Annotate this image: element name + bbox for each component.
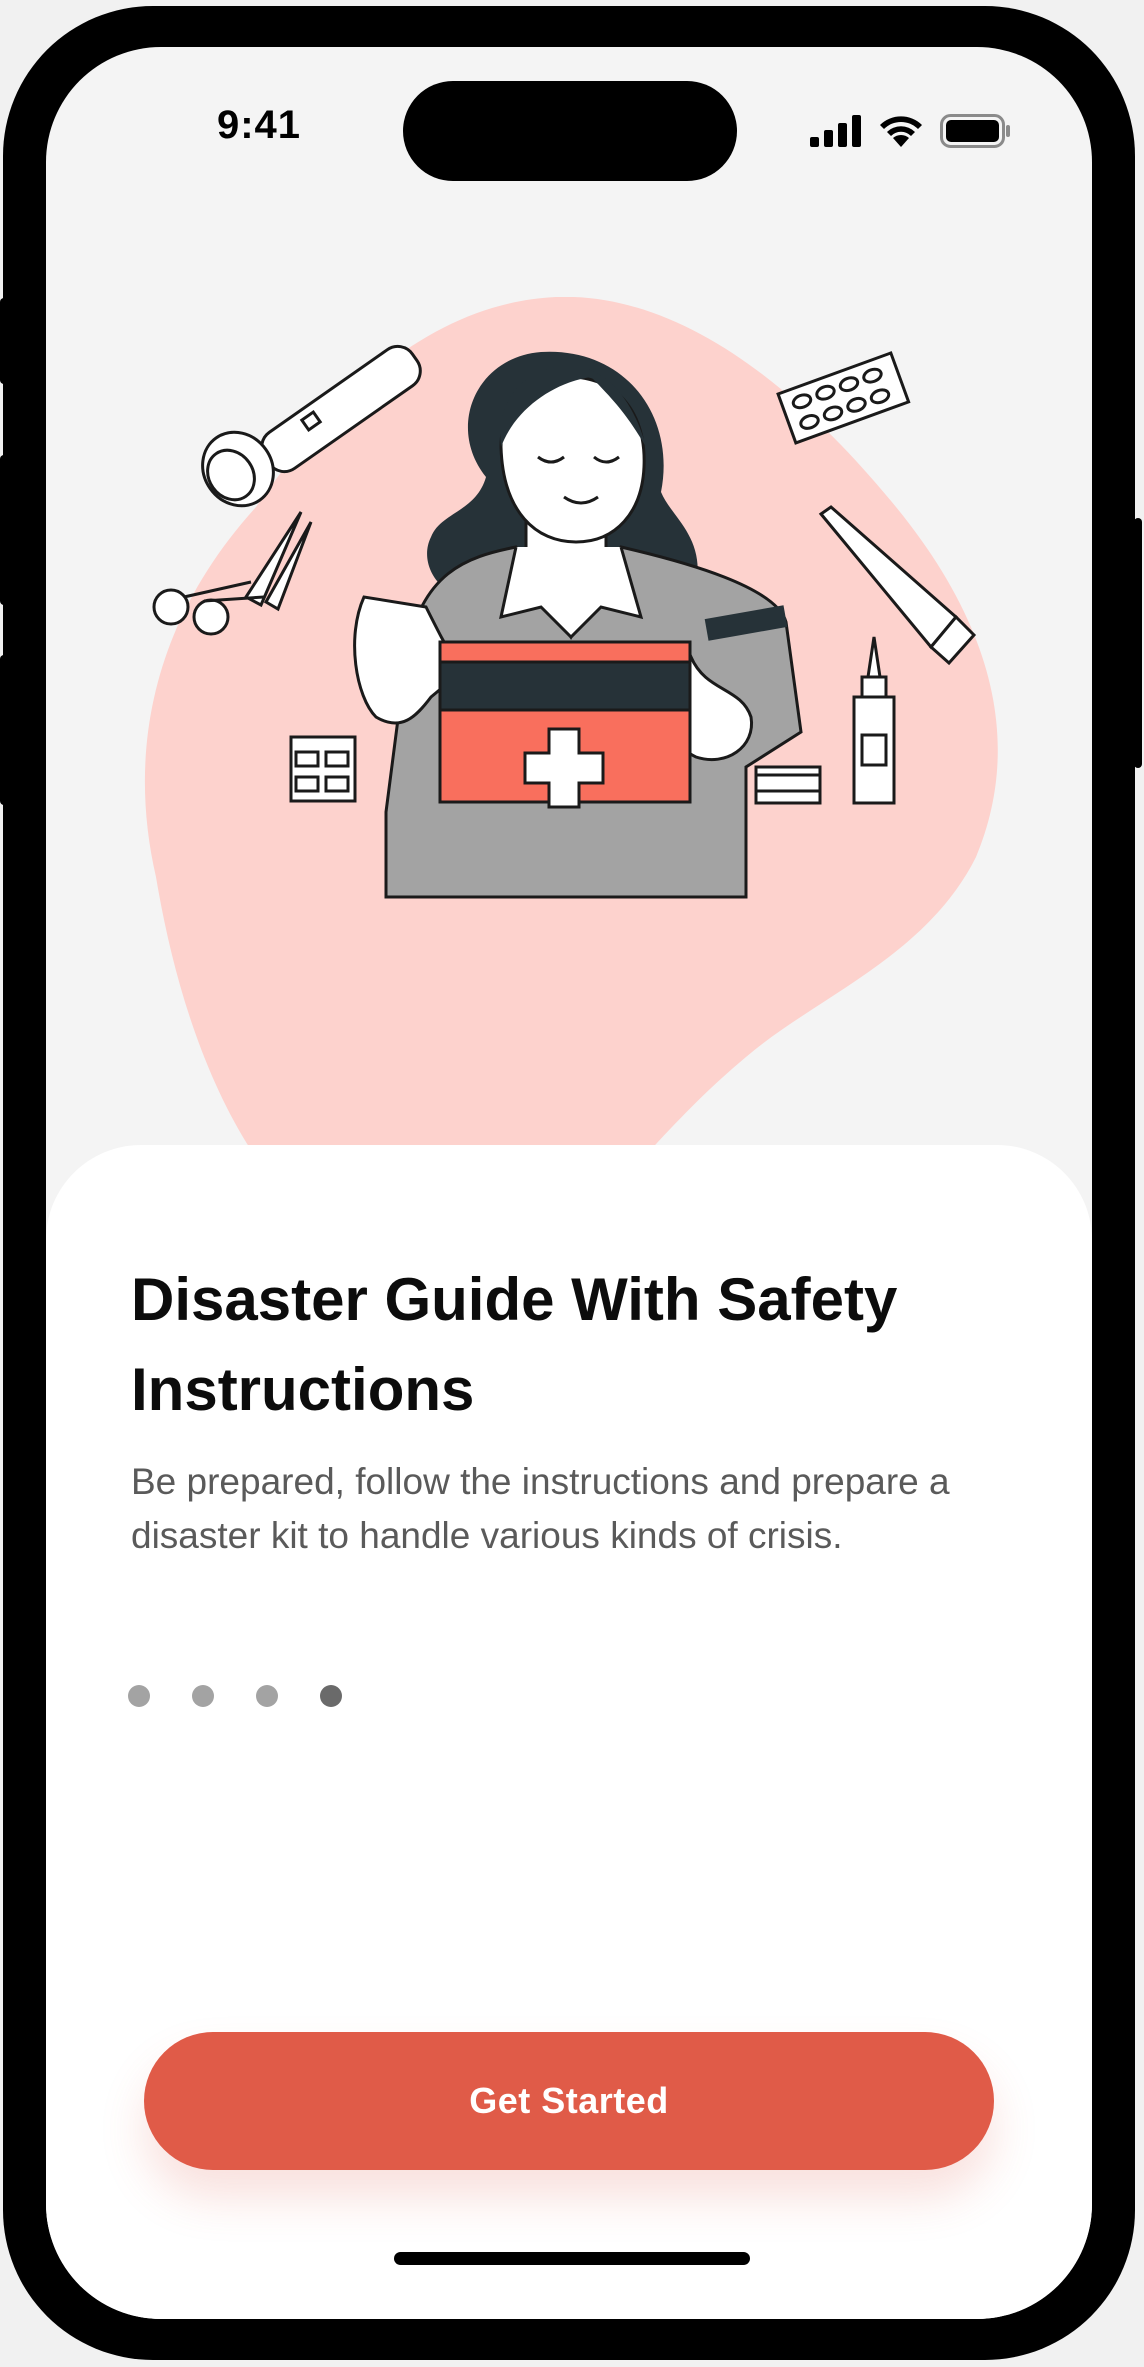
bandage-box-icon (289, 735, 357, 803)
power-button (1134, 518, 1142, 768)
status-bar: 9:41 (46, 47, 1092, 217)
dynamic-island (403, 81, 737, 181)
disaster-kit-illustration (144, 297, 998, 1197)
page-dot[interactable] (192, 1685, 214, 1707)
status-icons (810, 111, 1012, 151)
page-dot-active[interactable] (320, 1685, 342, 1707)
onboarding-sheet: Disaster Guide With Safety Instructions … (46, 1145, 1092, 2319)
screen: 9:41 Disaster Guide With Safety Instruct… (46, 47, 1092, 2319)
page-dot[interactable] (128, 1685, 150, 1707)
pill-pack-icon (776, 351, 911, 445)
phone-frame: 9:41 Disaster Guide With Safety Instruct… (3, 6, 1135, 2360)
wifi-icon (880, 116, 922, 147)
page-indicator (128, 1685, 342, 1707)
medicine-bottle-icon (754, 765, 822, 805)
battery-icon (940, 114, 1010, 148)
get-started-button[interactable]: Get Started (144, 2032, 994, 2170)
page-dot[interactable] (256, 1685, 278, 1707)
home-indicator[interactable] (394, 2252, 750, 2265)
page-title: Disaster Guide With Safety Instructions (131, 1266, 898, 1423)
first-aid-kit-icon (438, 640, 692, 809)
page-subtitle: Be prepared, follow the instructions and… (131, 1461, 950, 1556)
cellular-signal-icon (810, 115, 861, 147)
status-time: 9:41 (216, 103, 302, 147)
